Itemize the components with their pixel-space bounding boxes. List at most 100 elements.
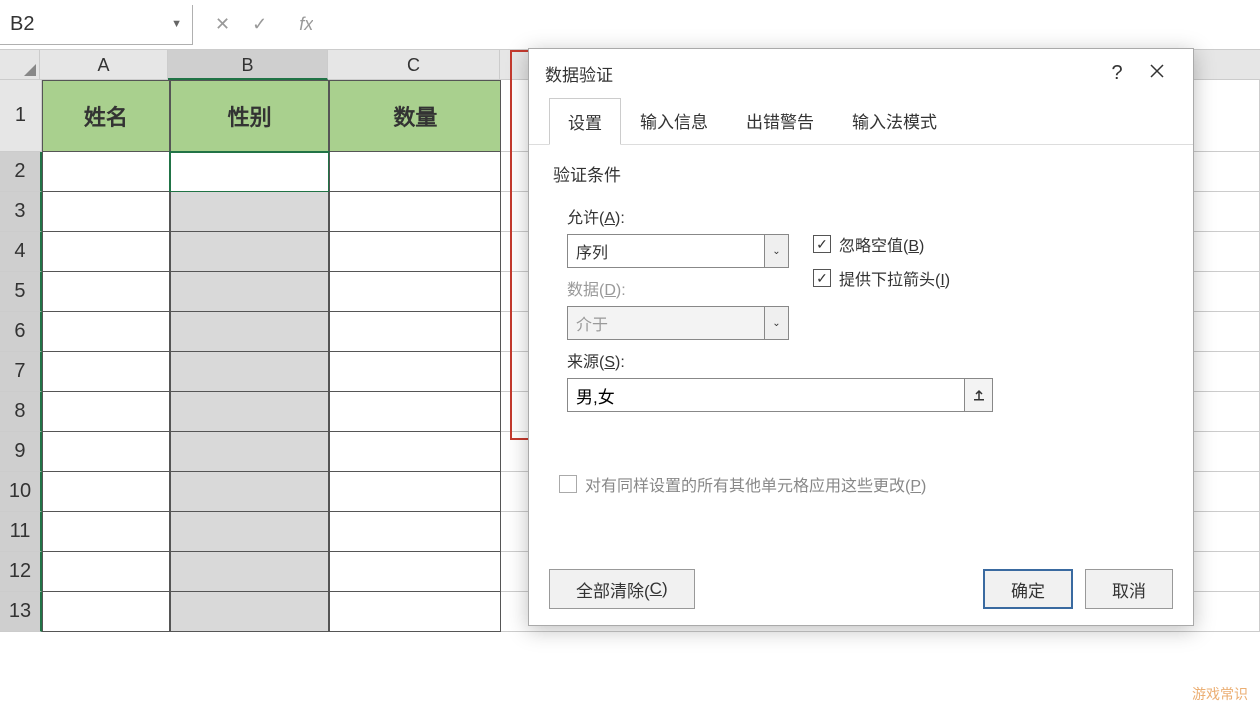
cell[interactable] (42, 352, 170, 392)
dropdown-checkbox[interactable]: ✓ 提供下拉箭头(I) (813, 266, 950, 290)
cell[interactable] (170, 392, 330, 432)
select-all-corner[interactable] (0, 50, 40, 80)
formula-bar-icons: ✕ ✓ fx (193, 14, 313, 35)
dialog-title: 数据验证 (545, 61, 1097, 86)
header-cell-gender[interactable]: 性别 (170, 80, 330, 152)
apply-label: 对有同样设置的所有其他单元格应用这些更改(P) (585, 472, 926, 496)
row-header-9[interactable]: 9 (0, 432, 42, 472)
cell[interactable] (42, 392, 170, 432)
tab-settings[interactable]: 设置 (549, 98, 621, 145)
cell[interactable] (170, 432, 330, 472)
row-header-13[interactable]: 13 (0, 592, 42, 632)
tab-ime-mode[interactable]: 输入法模式 (833, 97, 956, 144)
col-header-A[interactable]: A (40, 50, 168, 80)
cell[interactable] (42, 272, 170, 312)
chevron-down-icon[interactable]: ▼ (171, 18, 182, 30)
cancel-button[interactable]: 取消 (1085, 569, 1173, 609)
data-validation-dialog: 数据验证 ? 设置 输入信息 出错警告 输入法模式 验证条件 允许(A): 序列… (528, 48, 1194, 626)
tab-input-message[interactable]: 输入信息 (621, 97, 727, 144)
row-header-12[interactable]: 12 (0, 552, 42, 592)
cell[interactable] (329, 192, 501, 232)
header-cell-name[interactable]: 姓名 (42, 80, 170, 152)
cell[interactable] (329, 152, 501, 192)
source-input[interactable] (567, 378, 965, 412)
ignore-blank-checkbox[interactable]: ✓ 忽略空值(B) (813, 232, 950, 256)
ignore-blank-label: 忽略空值(B) (839, 232, 924, 256)
allow-label: 允许(A): (567, 204, 789, 228)
range-picker-icon[interactable] (965, 378, 993, 412)
row-header-5[interactable]: 5 (0, 272, 42, 312)
row-header-11[interactable]: 11 (0, 512, 42, 552)
row-header-8[interactable]: 8 (0, 392, 42, 432)
cell[interactable] (170, 272, 330, 312)
cell[interactable] (329, 552, 501, 592)
cell[interactable] (42, 312, 170, 352)
cell[interactable] (329, 592, 501, 632)
tab-error-alert[interactable]: 出错警告 (727, 97, 833, 144)
cell[interactable] (170, 312, 330, 352)
cell[interactable] (329, 392, 501, 432)
clear-all-button[interactable]: 全部清除(C) (549, 569, 695, 609)
header-cell-qty[interactable]: 数量 (329, 80, 501, 152)
row-header-1[interactable]: 1 (0, 80, 42, 152)
cell[interactable] (170, 192, 330, 232)
cell[interactable] (329, 432, 501, 472)
cell[interactable] (170, 352, 330, 392)
cell[interactable] (42, 232, 170, 272)
cell[interactable] (170, 512, 330, 552)
close-icon[interactable] (1137, 62, 1177, 85)
cancel-icon[interactable]: ✕ (215, 14, 230, 35)
cell[interactable] (170, 592, 330, 632)
col-header-B[interactable]: B (168, 50, 328, 80)
cell[interactable] (42, 152, 170, 192)
row-header-10[interactable]: 10 (0, 472, 42, 512)
active-cell[interactable] (170, 152, 330, 192)
cell[interactable] (329, 512, 501, 552)
cell[interactable] (42, 592, 170, 632)
cell[interactable] (170, 552, 330, 592)
allow-combo[interactable]: 序列 ⌄ (567, 234, 789, 268)
data-label: 数据(D): (567, 276, 789, 300)
chevron-down-icon: ⌄ (765, 306, 789, 340)
checkbox-icon (559, 475, 577, 493)
cell[interactable] (170, 472, 330, 512)
row-header-4[interactable]: 4 (0, 232, 42, 272)
row-header-7[interactable]: 7 (0, 352, 42, 392)
validation-criteria-label: 验证条件 (553, 161, 1169, 186)
formula-bar: B2 ▼ ✕ ✓ fx (0, 0, 1260, 50)
data-combo: 介于 ⌄ (567, 306, 789, 340)
cell[interactable] (329, 352, 501, 392)
source-label: 来源(S): (567, 348, 1169, 372)
cell[interactable] (42, 432, 170, 472)
dialog-tabs: 设置 输入信息 出错警告 输入法模式 (529, 97, 1193, 145)
cell[interactable] (329, 312, 501, 352)
dropdown-label: 提供下拉箭头(I) (839, 266, 950, 290)
cell[interactable] (170, 232, 330, 272)
cell[interactable] (329, 232, 501, 272)
row-header-3[interactable]: 3 (0, 192, 42, 232)
cell[interactable] (42, 472, 170, 512)
row-header-2[interactable]: 2 (0, 152, 42, 192)
cell[interactable] (42, 552, 170, 592)
name-box[interactable]: B2 ▼ (0, 5, 193, 45)
row-header-6[interactable]: 6 (0, 312, 42, 352)
data-value: 介于 (567, 306, 765, 340)
formula-input[interactable] (313, 5, 1260, 45)
cell[interactable] (329, 472, 501, 512)
fx-icon[interactable]: fx (299, 14, 313, 35)
col-header-C[interactable]: C (328, 50, 500, 80)
cell[interactable] (329, 272, 501, 312)
chevron-down-icon[interactable]: ⌄ (765, 234, 789, 268)
dialog-footer: 全部清除(C) 确定 取消 (529, 569, 1193, 609)
cell[interactable] (42, 512, 170, 552)
checkbox-icon: ✓ (813, 235, 831, 253)
name-box-value: B2 (10, 13, 34, 36)
dialog-body: 验证条件 允许(A): 序列 ⌄ 数据(D): 介于 ⌄ ✓ 忽略空值(B) (529, 145, 1193, 496)
source-field (567, 378, 1169, 412)
ok-button[interactable]: 确定 (983, 569, 1073, 609)
confirm-icon[interactable]: ✓ (252, 14, 267, 35)
apply-to-others-checkbox: 对有同样设置的所有其他单元格应用这些更改(P) (559, 472, 1169, 496)
cell[interactable] (42, 192, 170, 232)
dialog-title-bar[interactable]: 数据验证 ? (529, 49, 1193, 97)
help-icon[interactable]: ? (1097, 62, 1137, 85)
